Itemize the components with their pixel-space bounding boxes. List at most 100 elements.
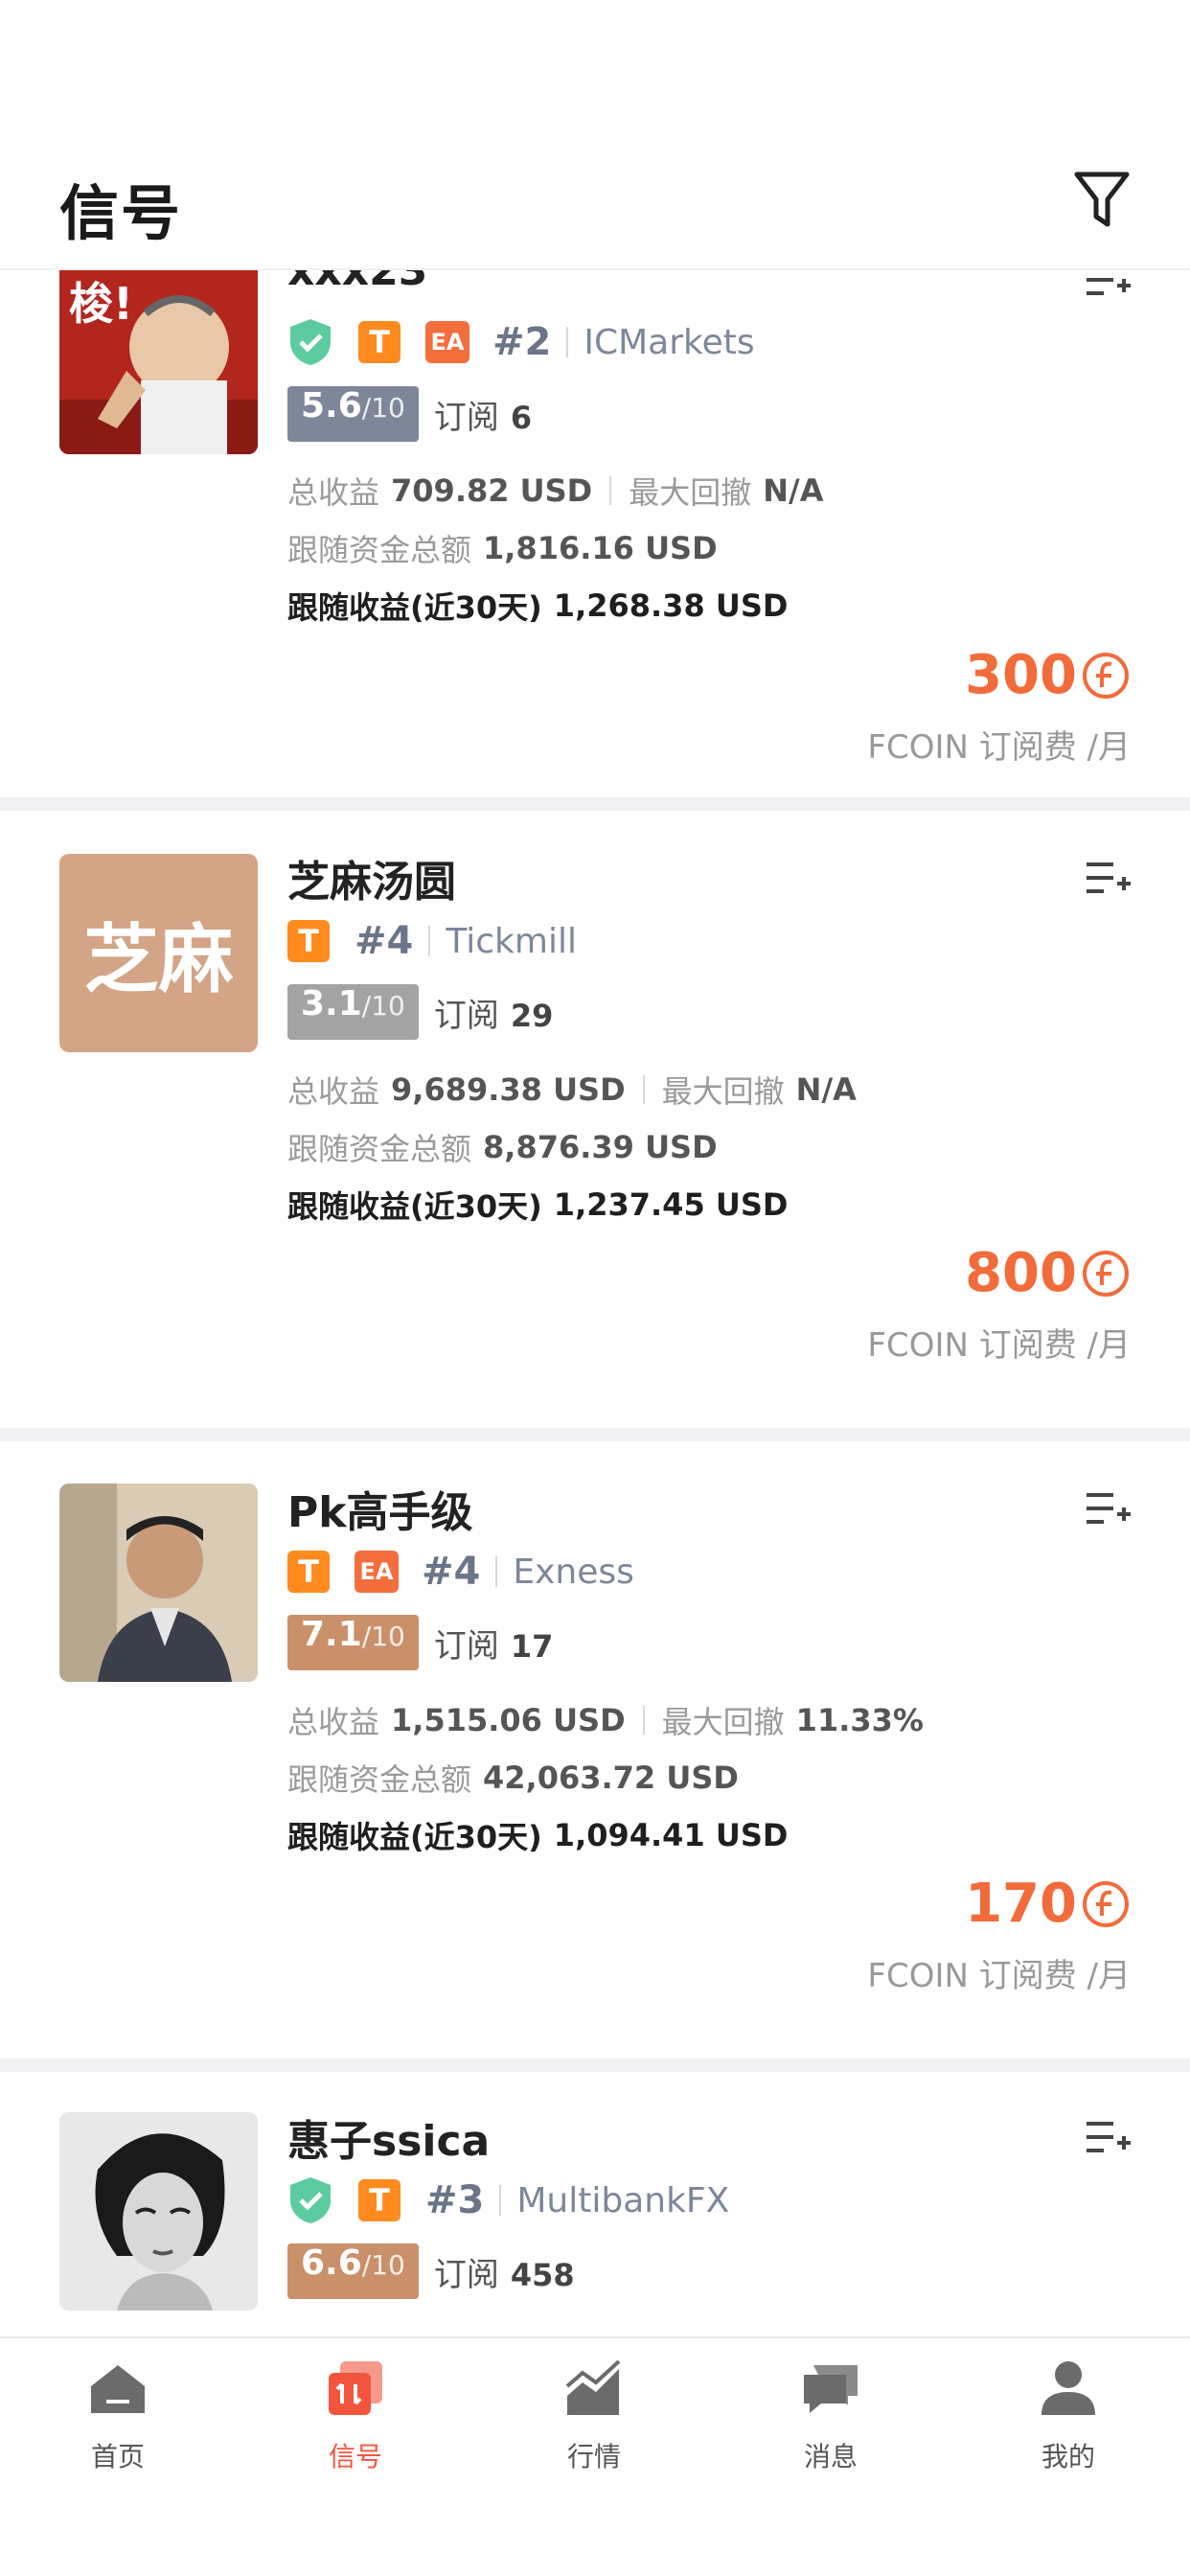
t-badge: T [287, 1551, 330, 1593]
stats-row-2: 跟随资金总额 1,816.16 USD [287, 526, 718, 570]
broker-name: MultibankFX [516, 2180, 730, 2220]
tab-home[interactable]: 首页 [22, 2358, 214, 2501]
avatar-text: 梭! [69, 278, 133, 330]
price-value: 170 [965, 1873, 1077, 1935]
trader-name[interactable]: Pk高手级 [287, 1478, 473, 1539]
ea-badge: EA [355, 1551, 399, 1593]
signal-card[interactable]: 梭! xxx23 T EA #2 ICMarkets 5.6/10 订阅 6 总收… [0, 270, 1190, 767]
signal-icon [329, 2361, 382, 2415]
subs-label: 订阅 [433, 1626, 499, 1666]
subs-label: 订阅 [433, 2255, 499, 2294]
trader-name[interactable]: 芝麻汤圆 [287, 847, 456, 908]
stats-row-3: 跟随收益(近30天) 1,094.41 USD [287, 1813, 788, 1857]
max-drawdown-label: 最大回撤 [661, 1704, 785, 1740]
filter-icon[interactable] [1073, 169, 1131, 232]
tab-market[interactable]: 行情 [498, 2358, 690, 2501]
avatar-text: 芝麻 [83, 916, 234, 1003]
divider [428, 926, 431, 956]
fcoin-icon [1083, 1250, 1129, 1297]
avatar[interactable]: 梭! [59, 270, 258, 454]
stats-row-1: 总收益 1,515.06 USD 最大回撤 11.33% [287, 1698, 924, 1742]
tab-signal[interactable]: 信号 [260, 2358, 451, 2501]
divider [495, 1556, 498, 1587]
stats-row-1: 总收益 709.82 USD 最大回撤 N/A [287, 469, 823, 513]
tab-label: 信号 [328, 2441, 382, 2472]
price-period: FCOIN 订阅费 /月 [867, 728, 1131, 767]
add-to-list-icon[interactable] [1087, 1489, 1131, 1528]
follow-funds-label: 跟随资金总额 [287, 1131, 472, 1167]
badges-row: T EA #4 Exness [287, 1543, 634, 1600]
t-badge: T [358, 321, 400, 363]
total-profit-value: 9,689.38 USD [391, 1071, 626, 1108]
avatar[interactable] [59, 2112, 258, 2311]
stats-row-3: 跟随收益(近30天) 1,237.45 USD [287, 1183, 788, 1227]
stats-row-2: 跟随资金总额 42,063.72 USD [287, 1756, 739, 1800]
divider [642, 1706, 645, 1735]
avatar[interactable]: 芝麻 [59, 854, 258, 1052]
rank: #3 [425, 2178, 485, 2222]
score-total: /10 [361, 990, 405, 1022]
tab-label: 首页 [90, 2441, 145, 2472]
bottom-tab-bar: 首页 信号 行情 消息 我的 [0, 2336, 1190, 2576]
badges-row: T EA #2 ICMarkets [287, 313, 755, 371]
fcoin-icon [1083, 652, 1129, 699]
score-badge: 7.1/10 [287, 1615, 419, 1670]
score-value: 3.1 [301, 984, 362, 1024]
add-to-list-icon[interactable] [1087, 270, 1131, 299]
subscriptions: 订阅 458 [434, 2248, 575, 2295]
follow-profit-value: 1,094.41 USD [553, 1817, 789, 1853]
signal-card[interactable]: 惠子ssica T #3 MultibankFX 6.6/10 订阅 458 [0, 2072, 1190, 2336]
score-value: 5.6 [301, 386, 362, 426]
signal-list[interactable]: 梭! xxx23 T EA #2 ICMarkets 5.6/10 订阅 6 总收… [0, 270, 1190, 2336]
total-profit-value: 1,515.06 USD [391, 1702, 626, 1738]
broker-name: ICMarkets [584, 322, 755, 362]
page-title: 信号 [59, 178, 183, 248]
card-separator [0, 797, 1190, 811]
subscriptions: 订阅 29 [434, 989, 554, 1036]
avatar[interactable] [59, 1484, 258, 1682]
tab-profile[interactable]: 我的 [973, 2358, 1164, 2501]
card-separator [0, 1428, 1190, 1441]
trader-name[interactable]: 惠子ssica [287, 2106, 490, 2168]
subs-label: 订阅 [433, 996, 499, 1035]
follow-profit-label: 跟随收益(近30天) [287, 589, 542, 626]
score-value: 6.6 [301, 2243, 362, 2283]
subs-label: 订阅 [433, 398, 499, 437]
follow-funds-label: 跟随资金总额 [287, 1761, 472, 1798]
t-badge: T [287, 920, 330, 962]
score-row: 7.1/10 订阅 17 [287, 1614, 553, 1671]
rank: #2 [492, 320, 552, 364]
message-icon [804, 2365, 858, 2413]
subs-count: 29 [510, 997, 554, 1034]
profile-icon [1041, 2361, 1095, 2415]
score-total: /10 [361, 392, 405, 424]
badges-row: T #3 MultibankFX [287, 2172, 729, 2229]
home-icon [91, 2365, 145, 2413]
add-to-list-icon[interactable] [1087, 2118, 1131, 2156]
chart-icon [565, 2359, 621, 2415]
rank: #4 [355, 919, 414, 963]
score-row: 5.6/10 订阅 6 [287, 385, 532, 443]
score-badge: 5.6/10 [287, 386, 419, 442]
subs-count: 6 [510, 399, 533, 436]
divider [642, 1075, 645, 1104]
price-value: 300 [965, 644, 1077, 706]
price: 300 [965, 644, 1131, 706]
tab-messages[interactable]: 消息 [735, 2358, 927, 2501]
max-drawdown-value: N/A [763, 472, 824, 509]
broker-name: Tickmill [446, 921, 577, 961]
tab-label: 消息 [803, 2441, 858, 2472]
trader-name[interactable]: xxx23 [287, 270, 427, 295]
total-profit-value: 709.82 USD [391, 472, 593, 509]
verified-shield-icon [290, 2177, 331, 2223]
subscriptions: 订阅 6 [434, 391, 532, 438]
signal-card[interactable]: 芝麻 芝麻汤圆 T #4 Tickmill 3.1/10 订阅 29 总收益 9,… [0, 811, 1190, 1428]
add-to-list-icon[interactable] [1087, 859, 1131, 897]
price: 800 [965, 1242, 1131, 1304]
stats-row-3: 跟随收益(近30天) 1,268.38 USD [287, 584, 788, 628]
ea-badge: EA [425, 321, 469, 363]
divider [566, 327, 569, 357]
score-total: /10 [361, 2249, 405, 2281]
signal-card[interactable]: Pk高手级 T EA #4 Exness 7.1/10 订阅 17 总收益 1,5… [0, 1441, 1190, 2058]
price-value: 800 [965, 1242, 1077, 1304]
